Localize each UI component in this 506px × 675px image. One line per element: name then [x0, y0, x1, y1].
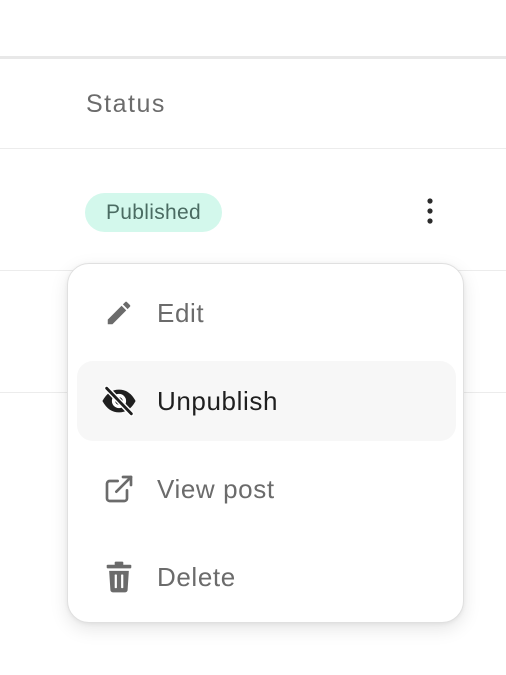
row-actions-menu: Edit Unpublish View post Delete — [67, 263, 464, 623]
status-badge: Published — [85, 193, 222, 232]
menu-item-label: Delete — [157, 562, 236, 592]
menu-item-label: Unpublish — [157, 386, 279, 416]
trash-icon — [101, 559, 137, 595]
menu-item-edit[interactable]: Edit — [77, 273, 456, 353]
page: Status Published Edit Unpublish View pos… — [0, 0, 506, 675]
row-actions-button[interactable] — [410, 191, 450, 231]
menu-item-label: Edit — [157, 298, 205, 328]
eye-off-icon — [101, 383, 137, 419]
menu-item-unpublish[interactable]: Unpublish — [77, 361, 456, 441]
menu-item-label: View post — [157, 474, 275, 504]
pencil-icon — [101, 295, 137, 331]
table-row: Published — [0, 149, 506, 271]
more-vertical-icon — [427, 198, 433, 224]
external-link-icon — [101, 471, 137, 507]
table-header-row: Status — [0, 59, 506, 149]
menu-item-view-post[interactable]: View post — [77, 449, 456, 529]
status-column-header: Status — [86, 90, 166, 118]
menu-item-delete[interactable]: Delete — [77, 537, 456, 617]
